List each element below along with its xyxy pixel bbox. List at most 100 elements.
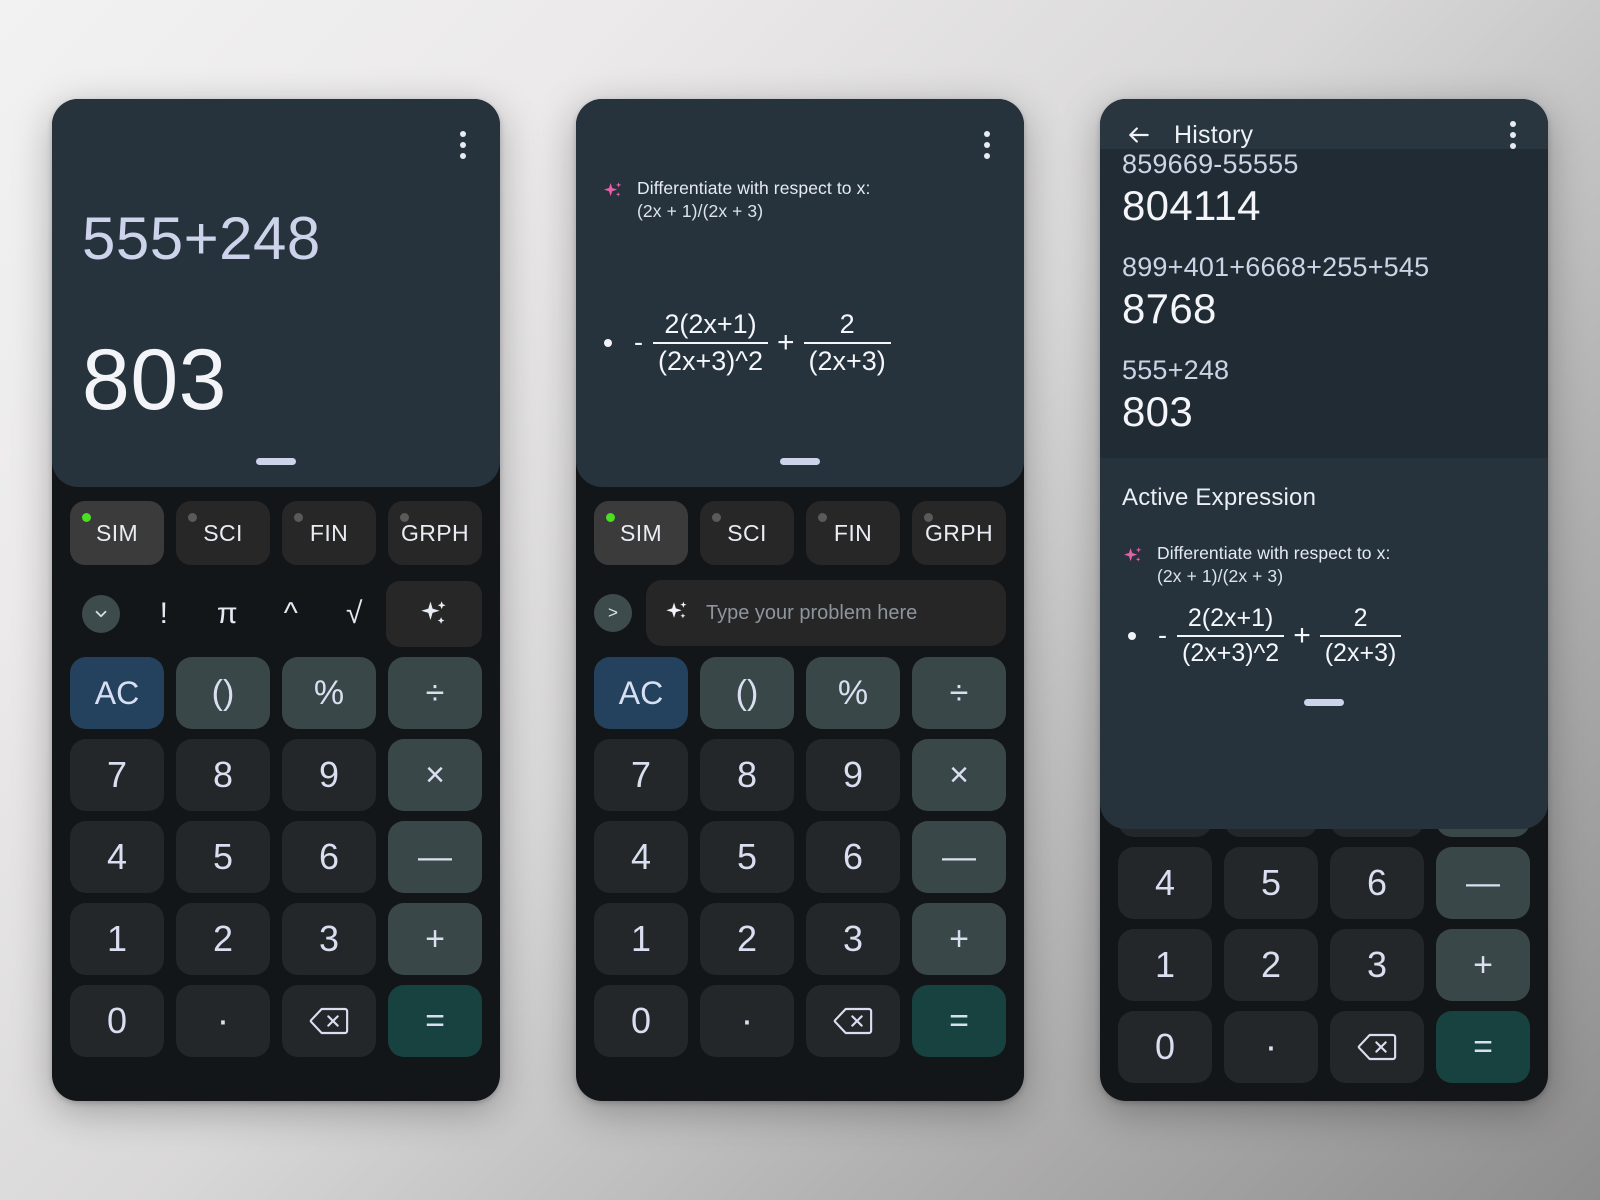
more-options-icon[interactable] xyxy=(1500,119,1526,151)
digit-1-button[interactable]: 1 xyxy=(594,903,688,975)
all-clear-button[interactable]: AC xyxy=(70,657,164,729)
history-item[interactable]: 859669-55555 804114 xyxy=(1122,149,1526,234)
decimal-point-button[interactable]: · xyxy=(700,985,794,1057)
digit-7-button[interactable]: 7 xyxy=(70,739,164,811)
sparkle-icon xyxy=(421,601,446,624)
digit-1-button[interactable]: 1 xyxy=(1118,929,1212,1001)
sheet-drag-handle[interactable] xyxy=(1304,699,1344,706)
ai-send-button[interactable]: > xyxy=(594,594,632,632)
digit-5-button[interactable]: 5 xyxy=(1224,847,1318,919)
history-expression: 859669-55555 xyxy=(1122,149,1299,179)
subtract-button[interactable]: — xyxy=(388,821,482,893)
ai-assistant-button[interactable] xyxy=(386,581,482,647)
display-card: 555+248 803 xyxy=(52,99,500,487)
digit-6-button[interactable]: 6 xyxy=(806,821,900,893)
subtract-button[interactable]: — xyxy=(1436,847,1530,919)
digit-2-button[interactable]: 2 xyxy=(1224,929,1318,1001)
square-root-button[interactable]: √ xyxy=(323,581,387,647)
keypad-row-5: 0 · = xyxy=(594,985,1006,1057)
digit-9-button[interactable]: 9 xyxy=(806,739,900,811)
divide-button[interactable]: ÷ xyxy=(388,657,482,729)
history-list: 859669-55555 804114 899+401+6668+255+545… xyxy=(1100,149,1548,458)
bullet-point-icon xyxy=(1128,631,1136,640)
mode-tab-fin[interactable]: FIN xyxy=(282,501,376,565)
digit-8-button[interactable]: 8 xyxy=(176,739,270,811)
ai-prompt-line1: Differentiate with respect to x: xyxy=(1157,543,1391,563)
digit-6-button[interactable]: 6 xyxy=(1330,847,1424,919)
decimal-point-button[interactable]: · xyxy=(176,985,270,1057)
equals-button[interactable]: = xyxy=(1436,1011,1530,1083)
digit-5-button[interactable]: 5 xyxy=(700,821,794,893)
digit-0-button[interactable]: 0 xyxy=(594,985,688,1057)
more-options-icon[interactable] xyxy=(974,129,1000,161)
mode-tab-grph[interactable]: GRPH xyxy=(912,501,1006,565)
digit-2-button[interactable]: 2 xyxy=(700,903,794,975)
multiply-button[interactable]: × xyxy=(912,739,1006,811)
digit-7-button[interactable]: 7 xyxy=(594,739,688,811)
math-operator: + xyxy=(776,325,795,359)
parentheses-button[interactable]: () xyxy=(176,657,270,729)
ai-prompt-text: Differentiate with respect to x: (2x + 1… xyxy=(637,177,870,223)
backspace-button[interactable] xyxy=(282,985,376,1057)
expand-functions-button[interactable] xyxy=(70,581,132,647)
digit-5-button[interactable]: 5 xyxy=(176,821,270,893)
fraction-2-numerator: 2 xyxy=(839,309,855,339)
divide-button[interactable]: ÷ xyxy=(912,657,1006,729)
backspace-button[interactable] xyxy=(1330,1011,1424,1083)
parentheses-button[interactable]: () xyxy=(700,657,794,729)
digit-0-button[interactable]: 0 xyxy=(70,985,164,1057)
ai-prompt-line1: Differentiate with respect to x: xyxy=(637,178,871,198)
mode-tab-fin[interactable]: FIN xyxy=(806,501,900,565)
equals-button[interactable]: = xyxy=(388,985,482,1057)
history-item[interactable]: 555+248 803 xyxy=(1122,337,1526,440)
display-drag-handle[interactable] xyxy=(780,458,820,465)
ai-prompt: Differentiate with respect to x: (2x + 1… xyxy=(602,177,990,223)
digit-0-button[interactable]: 0 xyxy=(1118,1011,1212,1083)
digit-3-button[interactable]: 3 xyxy=(806,903,900,975)
percent-button[interactable]: % xyxy=(806,657,900,729)
history-expression: 899+401+6668+255+545 xyxy=(1122,252,1430,282)
multiply-button[interactable]: × xyxy=(388,739,482,811)
decimal-point-button[interactable]: · xyxy=(1224,1011,1318,1083)
mode-tab-grph-label: GRPH xyxy=(924,519,994,546)
digit-3-button[interactable]: 3 xyxy=(282,903,376,975)
add-button[interactable]: + xyxy=(388,903,482,975)
mode-tab-grph[interactable]: GRPH xyxy=(388,501,482,565)
digit-6-button[interactable]: 6 xyxy=(282,821,376,893)
more-options-icon[interactable] xyxy=(450,129,476,161)
history-item[interactable]: 899+401+6668+255+545 8768 xyxy=(1122,234,1526,337)
backspace-icon xyxy=(1357,1033,1397,1061)
add-button[interactable]: + xyxy=(1436,929,1530,1001)
mode-tab-sim[interactable]: SIM xyxy=(70,501,164,565)
active-expression-title: Active Expression xyxy=(1122,484,1317,511)
digit-4-button[interactable]: 4 xyxy=(70,821,164,893)
ai-answer: - 2(2x+1) (2x+3)^2 + 2 (2x+3) xyxy=(604,309,891,377)
factorial-button[interactable]: ! xyxy=(132,581,196,647)
digit-8-button[interactable]: 8 xyxy=(700,739,794,811)
percent-button[interactable]: % xyxy=(282,657,376,729)
phone-panel-calculator: 555+248 803 SIM SCI FIN GRPH ! π ^ √ AC … xyxy=(52,99,500,1101)
mode-tab-sim[interactable]: SIM xyxy=(594,501,688,565)
bullet-point-icon xyxy=(604,338,612,347)
all-clear-button[interactable]: AC xyxy=(594,657,688,729)
equals-button[interactable]: = xyxy=(912,985,1006,1057)
subtract-button[interactable]: — xyxy=(912,821,1006,893)
mode-tab-sci[interactable]: SCI xyxy=(176,501,270,565)
mode-tab-sci[interactable]: SCI xyxy=(700,501,794,565)
pi-button[interactable]: π xyxy=(196,581,260,647)
backspace-button[interactable] xyxy=(806,985,900,1057)
back-arrow-icon[interactable] xyxy=(1126,122,1152,148)
power-button[interactable]: ^ xyxy=(259,581,323,647)
digit-2-button[interactable]: 2 xyxy=(176,903,270,975)
math-operator: + xyxy=(1293,618,1311,652)
ai-problem-input[interactable]: Type your problem here xyxy=(646,580,1006,646)
digit-3-button[interactable]: 3 xyxy=(1330,929,1424,1001)
display-drag-handle[interactable] xyxy=(256,458,296,465)
digit-4-button[interactable]: 4 xyxy=(1118,847,1212,919)
digit-1-button[interactable]: 1 xyxy=(70,903,164,975)
add-button[interactable]: + xyxy=(912,903,1006,975)
keypad-row-1: AC () % ÷ xyxy=(70,657,482,729)
digit-4-button[interactable]: 4 xyxy=(594,821,688,893)
digit-9-button[interactable]: 9 xyxy=(282,739,376,811)
display-result: 803 xyxy=(82,332,227,428)
